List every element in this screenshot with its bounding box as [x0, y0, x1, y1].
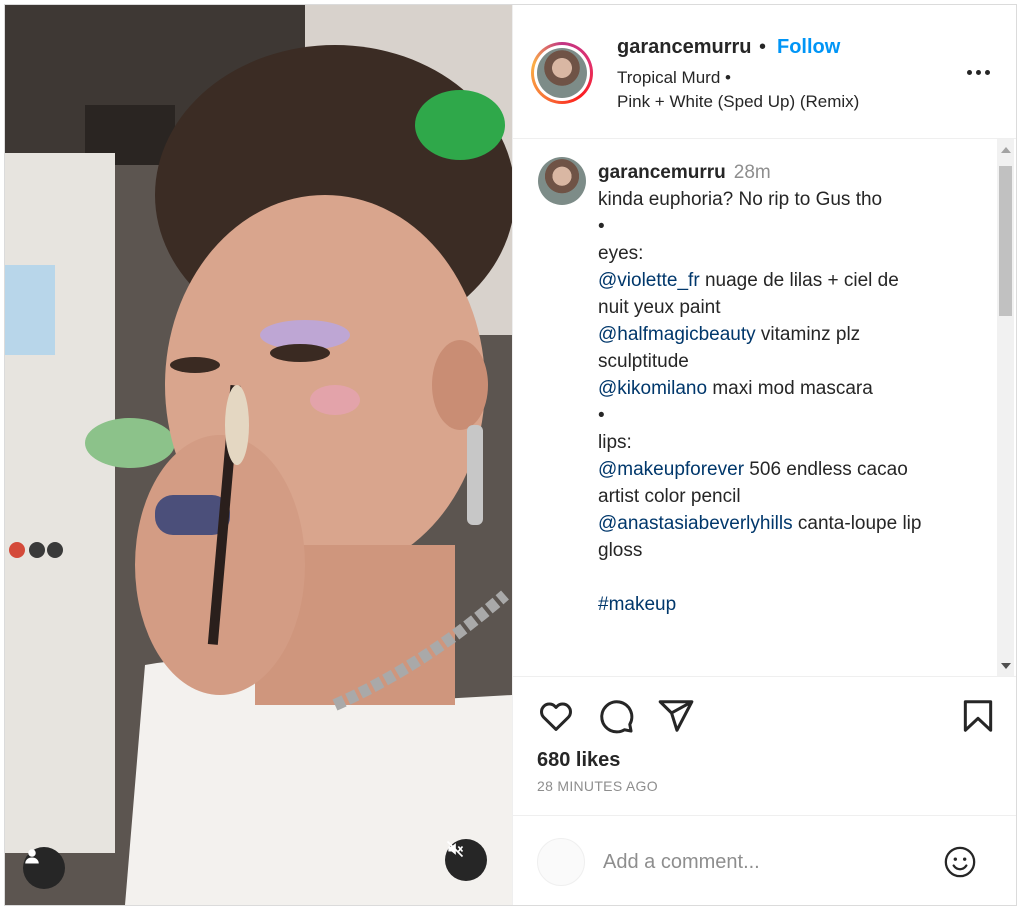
caption-line: artist color pencil: [598, 486, 741, 507]
caption-text: vitaminz plz: [755, 324, 861, 345]
mute-toggle-button[interactable]: [445, 839, 487, 881]
more-options-button[interactable]: [963, 57, 993, 87]
caption-line: gloss: [598, 540, 643, 561]
post-video[interactable]: [5, 5, 512, 905]
scroll-down-arrow[interactable]: [1001, 663, 1011, 669]
caption-line: •: [598, 405, 605, 426]
separator-dot: •: [759, 36, 767, 58]
follow-button[interactable]: Follow: [777, 36, 840, 59]
author-avatar-story-ring[interactable]: [531, 42, 593, 104]
smiley-icon[interactable]: [943, 845, 977, 879]
avatar: [537, 48, 587, 98]
mention-link[interactable]: @violette_fr: [598, 270, 700, 291]
caption-text: nuage de lilas + ciel de: [699, 270, 899, 291]
caption-text: 506 endless cacao: [744, 459, 908, 480]
caption-line: sculptitude: [598, 351, 689, 372]
more-options-icon: [966, 69, 972, 75]
caption-author-avatar[interactable]: [538, 157, 586, 205]
audio-artist-link[interactable]: Tropical Murd •: [617, 68, 731, 88]
caption-area: garancemurru 28m kinda euphoria? No rip t…: [513, 139, 1016, 677]
post-details-panel: garancemurru • Follow Tropical Murd • Pi…: [512, 5, 1016, 905]
mention-link[interactable]: @anastasiabeverlyhills: [598, 513, 793, 534]
user-tag-icon: [25, 849, 39, 864]
muted-speaker-icon: [446, 840, 464, 858]
caption-text: canta-loupe lip: [792, 513, 922, 534]
mention-link[interactable]: @kikomilano: [598, 378, 707, 399]
like-count[interactable]: 680 likes: [537, 749, 620, 772]
heart-icon[interactable]: [537, 697, 575, 735]
post-header: garancemurru • Follow Tropical Murd • Pi…: [513, 5, 1016, 139]
audio-track-link[interactable]: Pink + White (Sped Up) (Remix): [617, 92, 859, 112]
comment-input[interactable]: [603, 846, 923, 878]
caption-line: nuit yeux paint: [598, 297, 721, 318]
caption-scrollbar[interactable]: [997, 139, 1014, 676]
add-comment-section: [513, 815, 1016, 905]
caption-line: kinda euphoria? No rip to Gus tho: [598, 189, 883, 210]
post-dialog: garancemurru • Follow Tropical Murd • Pi…: [4, 4, 1017, 906]
hashtag-link[interactable]: #makeup: [598, 594, 676, 615]
paper-plane-icon[interactable]: [657, 697, 695, 735]
caption-timestamp[interactable]: 28m: [734, 162, 771, 183]
comment-icon[interactable]: [597, 697, 635, 735]
mention-link[interactable]: @halfmagicbeauty: [598, 324, 756, 345]
bookmark-icon[interactable]: [959, 697, 997, 735]
author-username[interactable]: garancemurru: [617, 36, 752, 59]
tagged-users-button[interactable]: [23, 847, 65, 889]
caption: garancemurru 28m kinda euphoria? No rip t…: [598, 159, 978, 618]
caption-text: maxi mod mascara: [707, 378, 873, 399]
mention-link[interactable]: @makeupforever: [598, 459, 744, 480]
action-bar: 680 likes 28 MINUTES AGO: [513, 677, 1016, 807]
post-timestamp[interactable]: 28 MINUTES AGO: [537, 778, 658, 794]
scrollbar-thumb[interactable]: [999, 166, 1012, 316]
caption-line: •: [598, 216, 605, 237]
scroll-up-arrow[interactable]: [1001, 147, 1011, 153]
caption-line: eyes:: [598, 243, 644, 264]
current-user-avatar: [537, 838, 585, 886]
caption-username[interactable]: garancemurru: [598, 162, 726, 183]
caption-line: lips:: [598, 432, 632, 453]
video-frame-illustration: [5, 5, 512, 905]
